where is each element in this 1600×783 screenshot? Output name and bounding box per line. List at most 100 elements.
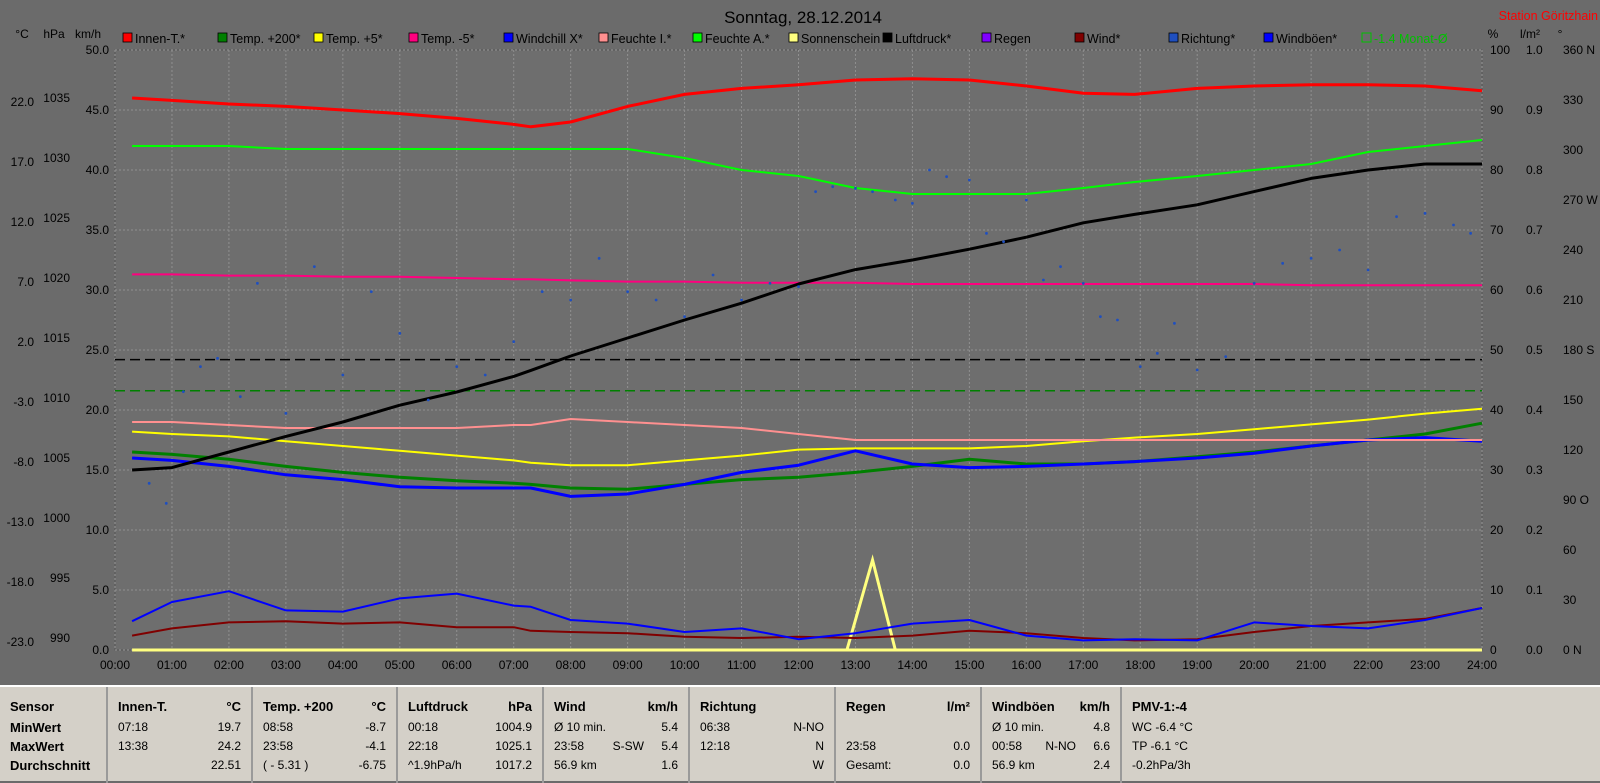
stats-column: Windböen km/h Ø 10 min. 4.8 00:58 N-NO 6.6 56.9… xyxy=(982,687,1122,783)
stats-cell-label: 12:18 xyxy=(700,739,731,753)
tick-x: 24:00 xyxy=(1467,658,1497,672)
stats-cell-value: 22.51 xyxy=(210,758,241,772)
legend-swatch xyxy=(1263,32,1274,43)
series-richtung--point xyxy=(597,256,601,260)
weather-chart: 0.0 5.0 10.0 15.0 20.0 25.0 30.0 35.0 40.0 45.0 50… xyxy=(7,8,1599,672)
legend-swatch xyxy=(788,32,799,43)
legend-label: Innen-T.* xyxy=(135,32,185,46)
tick-dir: 150 xyxy=(1563,393,1583,407)
series-richtung--point xyxy=(1281,261,1285,265)
series-richtung--point xyxy=(1252,281,1256,285)
series-richtung--point xyxy=(1024,198,1028,202)
legend-label: Regen xyxy=(994,32,1031,46)
tick-kmh: 50.0 xyxy=(86,43,110,57)
stats-cell-label: 06:38 xyxy=(700,720,731,734)
series-richtung--point xyxy=(1195,368,1199,372)
tick-dir: 330 xyxy=(1563,93,1583,107)
tick-temp: 17.0 xyxy=(11,155,35,169)
series-richtung--point xyxy=(147,481,151,485)
tick-pct: 70 xyxy=(1490,223,1504,237)
axis-unit-label: km/h xyxy=(75,27,101,41)
tick-temp: 7.0 xyxy=(17,275,34,289)
tick-rain: 1.0 xyxy=(1526,43,1543,57)
series-richtung--point xyxy=(1081,281,1085,285)
tick-x: 13:00 xyxy=(840,658,870,672)
series-richtung--point xyxy=(683,315,686,319)
tick-x: 09:00 xyxy=(613,658,643,672)
tick-x: 08:00 xyxy=(556,658,586,672)
series-richtung--point xyxy=(893,198,897,202)
legend-label: Feuchte A.* xyxy=(705,32,770,46)
tick-dir: 300 xyxy=(1563,143,1583,157)
stats-cell-value: 4.8 xyxy=(1093,720,1110,734)
tick-kmh: 30.0 xyxy=(86,283,110,297)
stats-cell-label: 07:18 xyxy=(118,720,149,734)
tick-x: 17:00 xyxy=(1068,658,1098,672)
tick-rain: 0.2 xyxy=(1526,523,1543,537)
tick-dir: 210 xyxy=(1563,293,1583,307)
legend-swatch xyxy=(408,32,419,43)
stats-cell-label: ( - 5.31 ) xyxy=(263,758,309,772)
stats-column-unit: °C xyxy=(371,699,386,714)
stats-column-header: Temp. +200 xyxy=(263,699,334,714)
tick-x: 10:00 xyxy=(670,658,700,672)
tick-rain: 0.4 xyxy=(1526,403,1543,417)
tick-temp: -23.0 xyxy=(7,635,35,649)
stats-cell-label: MinWert xyxy=(10,720,62,735)
axis-unit-label: % xyxy=(1488,27,1499,41)
tick-hpa: 1025 xyxy=(43,211,70,225)
legend-swatch-monthly-avg xyxy=(1361,32,1372,43)
tick-kmh: 10.0 xyxy=(86,523,110,537)
stats-cell-label: Durchschnitt xyxy=(10,758,91,773)
tick-hpa: 1010 xyxy=(43,391,70,405)
series-richtung--point xyxy=(341,373,345,377)
legend-label: Windböen* xyxy=(1276,32,1337,46)
tick-dir: 240 xyxy=(1563,243,1583,257)
stats-cell-label: Ø 10 min. xyxy=(992,720,1045,734)
stats-cell-value: 19.7 xyxy=(217,720,241,734)
series-richtung--point xyxy=(1098,315,1102,319)
tick-x: 01:00 xyxy=(157,658,187,672)
tick-dir: 0 N xyxy=(1563,643,1582,657)
tick-pct: 20 xyxy=(1490,523,1504,537)
tick-pct: 50 xyxy=(1490,343,1504,357)
axis-unit-label: hPa xyxy=(43,27,65,41)
tick-hpa: 1020 xyxy=(43,271,70,285)
stats-column-unit: km/h xyxy=(1079,699,1110,714)
stats-cell-label: 23:58 xyxy=(263,739,294,753)
series-richtung--point xyxy=(238,395,242,399)
series-richtung--point xyxy=(911,201,914,205)
legend: Innen-T.* Temp. +200* Temp. +5* Temp. -5* Wi… xyxy=(122,32,1448,46)
stats-column-unit: km/h xyxy=(647,699,678,714)
stats-column: Temp. +200 °C 08:58 -8.7 23:58 -4.1 ( - 5.31 )… xyxy=(253,687,398,783)
tick-hpa: 1000 xyxy=(43,511,70,525)
legend-label: Luftdruck* xyxy=(895,32,951,46)
stats-cell-direction: W xyxy=(812,758,824,772)
stats-cell-value: 6.6 xyxy=(1093,739,1110,753)
tick-temp: -8.0 xyxy=(13,455,34,469)
stats-cell-value: -4.1 xyxy=(365,739,386,753)
stats-cell-value: 2.4 xyxy=(1093,758,1110,772)
tick-x: 22:00 xyxy=(1353,658,1383,672)
stats-cell-value: 5.4 xyxy=(661,739,678,753)
series-richtung--point xyxy=(928,168,931,172)
series-richtung--point xyxy=(569,298,573,302)
stats-cell-value: 0.0 xyxy=(953,758,970,772)
legend-swatch xyxy=(1168,32,1179,43)
stats-cell-label: 23:58 xyxy=(846,739,877,753)
stats-cell-label: 56.9 km xyxy=(992,758,1035,772)
tick-rain: 0.0 xyxy=(1526,643,1543,657)
tick-dir: 120 xyxy=(1563,443,1583,457)
legend-swatch xyxy=(598,32,609,43)
series-richtung--point xyxy=(1173,321,1176,325)
stats-column-header: Windböen xyxy=(992,699,1055,714)
series-richtung--point xyxy=(1395,215,1398,219)
tick-pct: 30 xyxy=(1490,463,1504,477)
tick-x: 07:00 xyxy=(499,658,529,672)
series-richtung--point xyxy=(768,281,772,285)
tick-kmh: 5.0 xyxy=(92,583,109,597)
series-richtung--point xyxy=(426,398,430,402)
tick-dir: 60 xyxy=(1563,543,1577,557)
series-richtung--point xyxy=(797,285,800,289)
stats-cell-label: 22:18 xyxy=(408,739,439,753)
